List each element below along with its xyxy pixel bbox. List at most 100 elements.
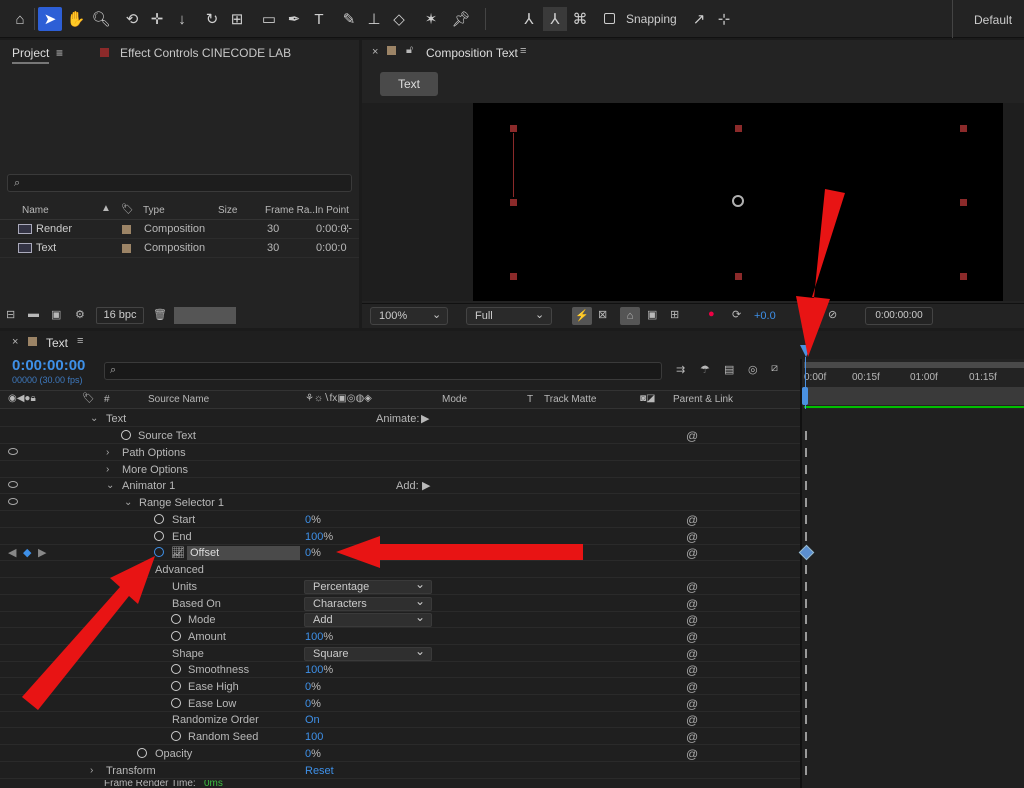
bounding-handle[interactable]: [510, 273, 517, 280]
property-row[interactable]: Source Text @: [0, 428, 800, 444]
property-value[interactable]: On: [305, 712, 320, 728]
view-axis-icon[interactable]: ⌘: [568, 7, 592, 31]
stopwatch-icon[interactable]: [171, 731, 181, 741]
property-row[interactable]: Opacity 0% @: [0, 746, 800, 762]
property-row[interactable]: Units Percentage @: [0, 578, 800, 595]
property-row[interactable]: Advanced: [0, 562, 800, 578]
grid-guides-icon[interactable]: ⊞: [670, 308, 679, 321]
trash-icon[interactable]: 🗑︎: [153, 308, 167, 321]
graph-editor-icon[interactable]: ⧄: [771, 362, 778, 375]
stopwatch-active-icon[interactable]: [154, 547, 164, 557]
menu-icon[interactable]: ≡: [77, 335, 83, 347]
dolly-camera-icon[interactable]: ↓: [170, 7, 194, 31]
chevron-down-icon[interactable]: ⌄: [90, 411, 98, 427]
snap-grid-icon[interactable]: ⊹: [712, 7, 736, 31]
menu-icon[interactable]: ≡: [56, 46, 63, 60]
header-mode[interactable]: Mode: [442, 394, 467, 405]
bounding-handle[interactable]: [960, 125, 967, 132]
close-icon[interactable]: ×: [12, 336, 18, 348]
property-row[interactable]: Random Seed 100 @: [0, 729, 800, 745]
keyframe-marker[interactable]: [805, 465, 807, 474]
stopwatch-icon[interactable]: [121, 430, 131, 440]
pick-whip-icon[interactable]: @: [686, 596, 698, 612]
property-row[interactable]: › Transform Reset: [0, 763, 800, 779]
eye-icon[interactable]: [8, 481, 18, 488]
units-select[interactable]: Percentage: [304, 578, 432, 594]
keyframe-marker[interactable]: [805, 582, 807, 591]
stopwatch-icon[interactable]: [171, 614, 181, 624]
project-item[interactable]: Text Composition 30 0:00:0: [0, 239, 359, 258]
keyframe-marker[interactable]: [805, 615, 807, 624]
work-area-bar[interactable]: [804, 362, 1024, 368]
pick-whip-icon[interactable]: @: [686, 579, 698, 595]
property-value[interactable]: 100: [305, 729, 323, 745]
property-row[interactable]: Start 0% @: [0, 512, 800, 528]
add-keyframe-icon[interactable]: ◆: [23, 545, 31, 561]
pick-whip-icon[interactable]: @: [686, 512, 698, 528]
timeline-tracks[interactable]: [800, 409, 1024, 788]
keyframe-marker[interactable]: [805, 532, 807, 541]
snap-edge-icon[interactable]: ↗: [687, 7, 711, 31]
pick-whip-icon[interactable]: @: [686, 612, 698, 628]
mode-select[interactable]: Add: [304, 611, 432, 627]
stopwatch-icon[interactable]: [171, 664, 181, 674]
layer-row-text[interactable]: ⌄ Text Animate: ▶: [0, 411, 800, 427]
home-icon[interactable]: ⌂: [8, 7, 32, 31]
prev-keyframe-icon[interactable]: ◀: [8, 545, 16, 561]
shy-layers-icon[interactable]: ▤: [724, 363, 734, 376]
header-name[interactable]: Name: [22, 205, 49, 216]
reset-link[interactable]: Reset: [305, 763, 334, 779]
property-value[interactable]: 100: [305, 631, 323, 643]
keyframe-marker[interactable]: [805, 515, 807, 524]
property-row[interactable]: Smoothness 100% @: [0, 662, 800, 678]
pick-whip-icon[interactable]: @: [686, 729, 698, 745]
eye-icon[interactable]: [8, 448, 18, 455]
fast-previews-icon[interactable]: ⚡: [572, 307, 592, 325]
stopwatch-icon[interactable]: [171, 681, 181, 691]
graph-icon[interactable]: 📈︎: [171, 545, 185, 561]
property-row[interactable]: ⌄ Range Selector 1: [0, 495, 800, 511]
timeline-timecode[interactable]: 0:00:00:00: [12, 357, 85, 374]
draft-3d-icon[interactable]: ☂: [700, 363, 710, 376]
property-row[interactable]: › More Options: [0, 462, 800, 478]
stopwatch-icon[interactable]: [154, 514, 164, 524]
pick-whip-icon[interactable]: @: [686, 428, 698, 444]
header-in-point[interactable]: In Point: [315, 205, 349, 216]
stopwatch-icon[interactable]: [171, 631, 181, 641]
pick-whip-icon[interactable]: @: [686, 545, 698, 561]
interpret-footage-icon[interactable]: ⊟: [6, 308, 15, 321]
keyframe-marker[interactable]: [805, 448, 807, 457]
thumbnail-slider[interactable]: [174, 307, 236, 324]
play-icon[interactable]: ▶: [422, 478, 430, 494]
eye-icon[interactable]: [8, 498, 18, 505]
workspace-default[interactable]: Default: [974, 13, 1012, 27]
shape-select[interactable]: Square: [304, 645, 432, 661]
region-of-interest-icon[interactable]: ▣: [647, 308, 657, 321]
tab-timeline[interactable]: Text: [46, 336, 68, 350]
zoom-tool-icon[interactable]: 🔍︎: [89, 7, 113, 31]
pick-whip-icon[interactable]: @: [686, 646, 698, 662]
stopwatch-icon[interactable]: [154, 531, 164, 541]
anchor-tool-icon[interactable]: ⊞: [225, 7, 249, 31]
snapshot-icon[interactable]: ⊘: [828, 308, 837, 321]
stopwatch-icon[interactable]: [171, 698, 181, 708]
bounding-handle[interactable]: [735, 125, 742, 132]
roto-brush-icon[interactable]: ✶: [419, 7, 443, 31]
pick-whip-icon[interactable]: @: [686, 696, 698, 712]
bounding-handle[interactable]: [510, 125, 517, 132]
keyframe-marker[interactable]: [805, 749, 807, 758]
tab-project[interactable]: Project: [12, 46, 50, 64]
pick-whip-icon[interactable]: @: [686, 529, 698, 545]
header-source-name[interactable]: Source Name: [148, 394, 209, 405]
transparency-grid-icon[interactable]: ⊠: [598, 308, 607, 321]
frame-blending-icon[interactable]: ◎: [748, 363, 758, 376]
keyframe-marker[interactable]: [805, 665, 807, 674]
pick-whip-icon[interactable]: @: [686, 712, 698, 728]
chevron-right-icon[interactable]: ›: [106, 462, 109, 478]
channel-icon[interactable]: ●: [708, 308, 715, 320]
comp-canvas[interactable]: [473, 103, 1003, 301]
puppet-pin-icon[interactable]: 📌︎: [449, 7, 473, 31]
bounding-handle[interactable]: [960, 273, 967, 280]
keyframe-marker[interactable]: [805, 766, 807, 775]
close-icon[interactable]: ×: [372, 46, 378, 58]
